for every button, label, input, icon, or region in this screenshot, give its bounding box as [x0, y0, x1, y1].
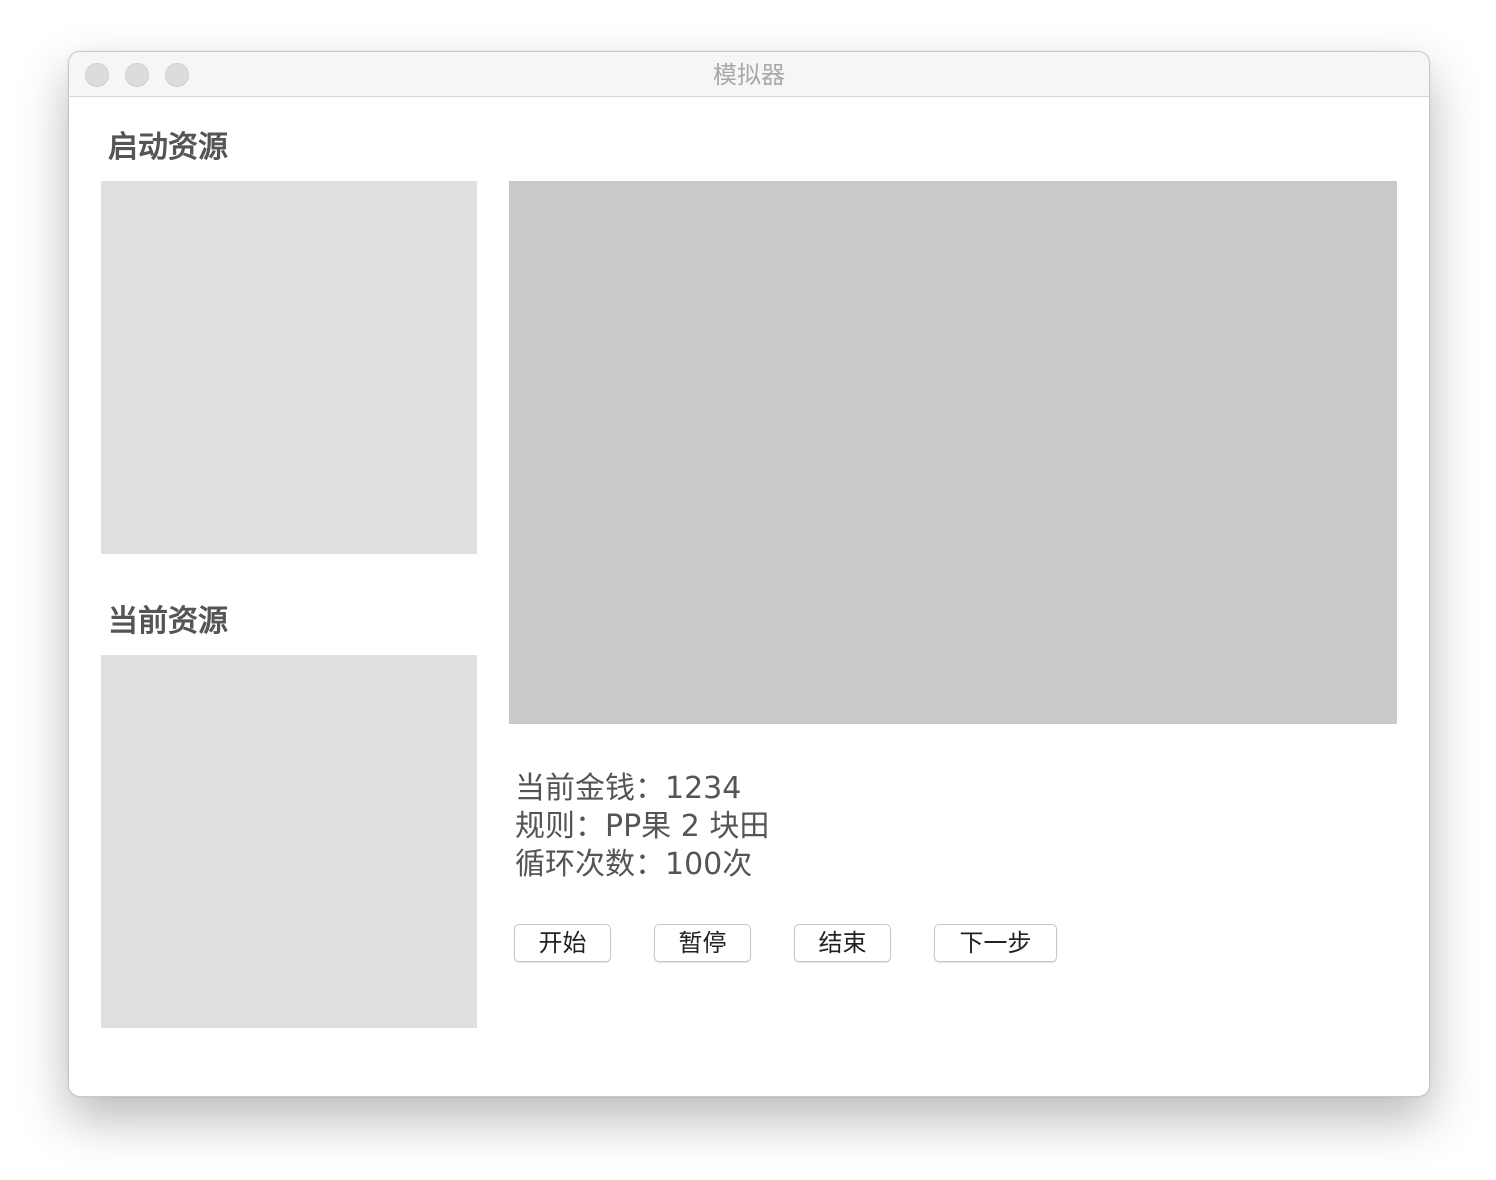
- current-resources-title: 当前资源: [108, 604, 228, 639]
- loop-count-label: 循环次数：100次: [515, 847, 753, 882]
- end-button[interactable]: 结束: [794, 924, 891, 962]
- start-button[interactable]: 开始: [514, 924, 611, 962]
- next-step-button[interactable]: 下一步: [934, 924, 1057, 962]
- window-title: 模拟器: [713, 61, 785, 89]
- pause-button[interactable]: 暂停: [654, 924, 751, 962]
- current-resources-panel: [101, 655, 477, 1028]
- simulation-display-panel: [509, 181, 1397, 724]
- title-bar[interactable]: 模拟器: [69, 52, 1429, 97]
- start-resources-panel: [101, 181, 477, 554]
- start-resources-title: 启动资源: [108, 130, 228, 165]
- app-window: 模拟器 启动资源 当前资源 当前金钱：1234 规则：PP果 2 块田 循环次数…: [68, 51, 1430, 1097]
